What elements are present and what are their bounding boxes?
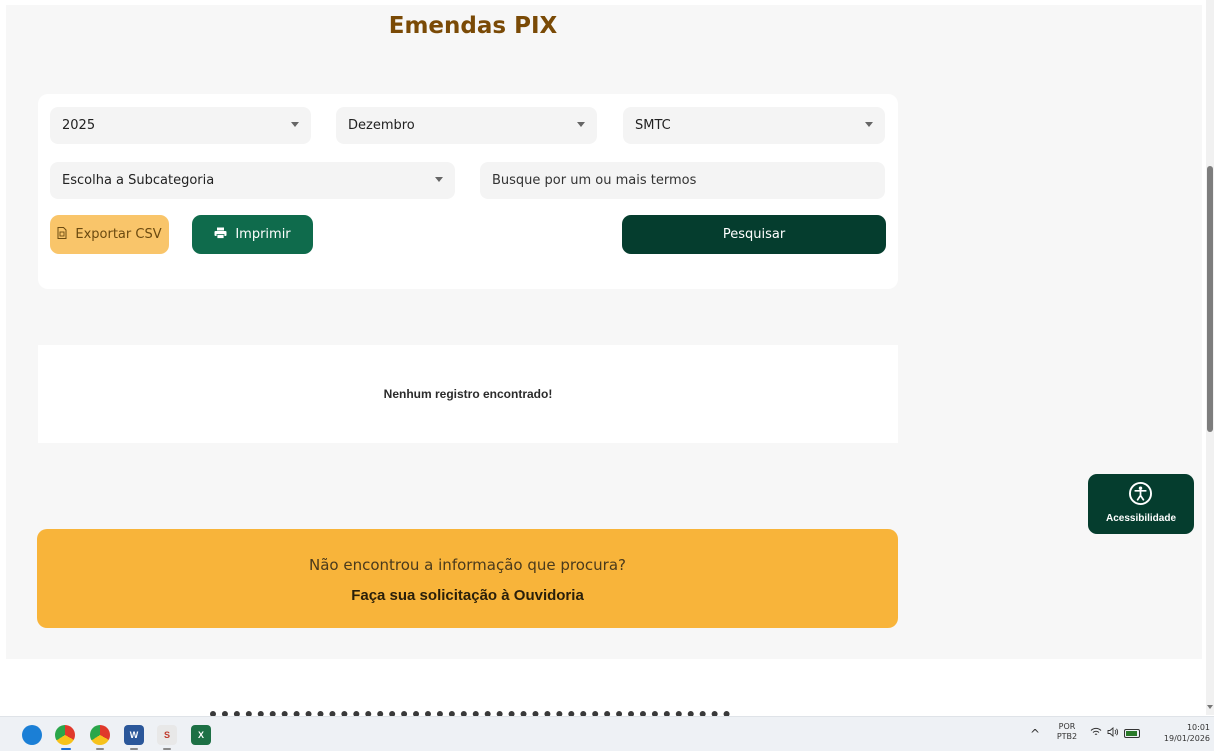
language-indicator[interactable]: POR PTB2	[1054, 722, 1080, 751]
open-indicator	[130, 748, 138, 750]
filter-card: 2025 Dezembro SMTC Escolha a Subcategori…	[38, 94, 898, 289]
wifi-icon[interactable]	[1090, 727, 1102, 751]
chevron-down-icon	[577, 122, 585, 127]
month-select[interactable]: Dezembro	[336, 107, 597, 144]
year-select[interactable]: 2025	[50, 107, 311, 144]
organ-select-value: SMTC	[635, 118, 671, 133]
open-indicator	[96, 748, 104, 750]
ombudsman-question: Não encontrou a informação que procura?	[308, 556, 626, 574]
chevron-up-icon[interactable]: ^	[1030, 727, 1040, 751]
word-icon[interactable]: W	[124, 725, 144, 745]
search-button[interactable]: Pesquisar	[622, 215, 886, 254]
search-input[interactable]	[480, 162, 885, 199]
ombudsman-banner: Não encontrou a informação que procura? …	[37, 529, 898, 628]
empty-results-message: Nenhum registro encontrado!	[383, 387, 553, 401]
taskbar: W S X ^ POR PTB2 10:01 19/01/2026	[0, 716, 1214, 751]
month-select-value: Dezembro	[348, 118, 415, 133]
accessibility-button[interactable]: Acessibilidade	[1088, 474, 1194, 534]
chrome-icon[interactable]	[55, 725, 75, 745]
ombudsman-link[interactable]: Faça sua solicitação à Ouvidoria	[37, 587, 898, 604]
search-label: Pesquisar	[722, 227, 786, 242]
clock[interactable]: 10:01 19/01/2026	[1150, 722, 1210, 751]
results-panel: Nenhum registro encontrado!	[38, 345, 898, 443]
chevron-down-icon	[435, 177, 443, 182]
volume-icon[interactable]	[1107, 727, 1119, 751]
page-area: Emendas PIX 2025 Dezembro SMTC Escolha a…	[6, 5, 1202, 659]
battery-icon[interactable]	[1124, 729, 1140, 738]
file-csv-icon	[57, 226, 67, 243]
scroll-down-arrow-icon[interactable]	[1207, 705, 1213, 709]
chevron-down-icon	[291, 122, 299, 127]
scrollbar[interactable]	[1206, 0, 1214, 715]
scroll-thumb[interactable]	[1207, 166, 1213, 432]
open-indicator	[163, 748, 171, 750]
active-indicator	[61, 748, 71, 750]
export-csv-label: Exportar CSV	[75, 227, 162, 242]
keyboard-layout: PTB2	[1056, 732, 1078, 741]
accessibility-icon	[1129, 482, 1152, 505]
excel-icon[interactable]: X	[191, 725, 211, 745]
printer-icon	[214, 227, 227, 243]
clock-date: 19/01/2026	[1163, 734, 1210, 743]
year-select-value: 2025	[62, 118, 96, 133]
clock-time: 10:01	[1186, 723, 1210, 732]
next-section-peek	[210, 708, 730, 716]
paint-icon[interactable]: S	[157, 725, 177, 745]
edge-icon[interactable]	[22, 725, 42, 745]
chrome-icon[interactable]	[90, 725, 110, 745]
chevron-down-icon	[865, 122, 873, 127]
organ-select[interactable]: SMTC	[623, 107, 885, 144]
export-csv-button[interactable]: Exportar CSV	[50, 215, 169, 254]
subcategory-select[interactable]: Escolha a Subcategoria	[50, 162, 455, 199]
subcategory-select-value: Escolha a Subcategoria	[62, 173, 215, 188]
print-label: Imprimir	[235, 227, 291, 242]
print-button[interactable]: Imprimir	[192, 215, 313, 254]
accessibility-label: Acessibilidade	[1105, 513, 1177, 524]
language-code: POR	[1058, 722, 1076, 731]
page-title: Emendas PIX	[388, 13, 558, 39]
